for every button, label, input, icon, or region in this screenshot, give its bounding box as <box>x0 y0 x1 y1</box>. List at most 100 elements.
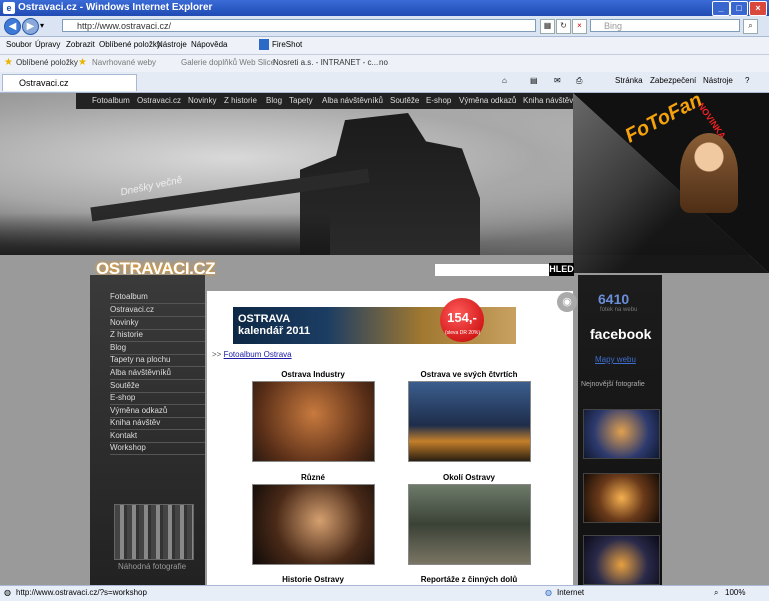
forward-button[interactable]: ▶ <box>22 18 39 35</box>
gallery-thumb-okoli[interactable] <box>408 484 531 565</box>
sidebar-item-eshop[interactable]: E-shop <box>110 391 205 405</box>
random-photo[interactable] <box>114 504 194 560</box>
photo-count-label: fotek na webu <box>600 307 638 313</box>
sidebar-item-kniha[interactable]: Kniha návštěv <box>110 416 205 430</box>
site-map-link[interactable]: Mapy webu <box>595 355 636 364</box>
status-zoom[interactable]: 100% <box>725 588 745 597</box>
gallery-thumb-ruzne[interactable] <box>252 484 375 565</box>
nav-souteze[interactable]: Soutěže <box>390 96 419 105</box>
favorites-button[interactable]: Oblíbené položky <box>16 58 78 67</box>
menu-file[interactable]: Soubor <box>6 40 32 49</box>
search-icon[interactable]: ⌕ <box>743 19 758 34</box>
internet-zone-icon: ◍ <box>545 588 552 597</box>
sidebar-item-alba[interactable]: Alba návštěvníků <box>110 366 205 380</box>
newest-photo[interactable] <box>583 409 660 459</box>
banner-line2: kalendář 2011 <box>238 325 311 337</box>
menu-edit[interactable]: Úpravy <box>35 40 60 49</box>
sidebar-item-fotoalbum[interactable]: Fotoalbum <box>110 290 205 304</box>
favorite-intranet[interactable]: Nosreti a.s. - INTRANET - c... <box>273 58 378 67</box>
menu-bar: Soubor Úpravy Zobrazit Oblíbené položky … <box>0 37 769 55</box>
price-note: (sleva DR 20%) <box>445 330 481 336</box>
nav-z-historie[interactable]: Z historie <box>224 96 257 105</box>
tab-bar: Ostravaci.cz ⌂ ▤ ✉ ⎙ Stránka Zabezpečení… <box>0 72 769 93</box>
gallery-title[interactable]: Ostrava Industry <box>238 370 388 379</box>
newest-photo[interactable] <box>583 535 660 585</box>
breadcrumb-link[interactable]: Fotoalbum Ostrava <box>224 350 292 359</box>
fireshot-icon <box>259 39 269 50</box>
back-button[interactable]: ◀ <box>4 18 21 35</box>
gallery-title[interactable]: Reportáže z činných dolů <box>394 575 544 584</box>
favorite-web-slice[interactable]: Galerie doplňků Web Slice <box>181 58 275 67</box>
nav-ostravaci[interactable]: Ostravaci.cz <box>137 96 181 105</box>
address-input[interactable]: http://www.ostravaci.cz/ <box>62 19 536 32</box>
sidebar-item-ostravaci[interactable]: Ostravaci.cz <box>110 303 205 317</box>
fireshot-button[interactable]: FireShot <box>272 40 302 49</box>
nav-kniha[interactable]: Kniha návštěv <box>523 96 573 105</box>
gallery-thumb-industry[interactable] <box>252 381 375 462</box>
site-search-input[interactable] <box>434 263 550 277</box>
menu-view[interactable]: Zobrazit <box>66 40 95 49</box>
nav-alba[interactable]: Alba návštěvníků <box>322 96 383 105</box>
nav-vymena[interactable]: Výměna odkazů <box>459 96 516 105</box>
newest-photo[interactable] <box>583 473 660 523</box>
mail-icon[interactable]: ✉ <box>554 76 561 85</box>
gallery-thumb-ctvrti[interactable] <box>408 381 531 462</box>
help-icon[interactable]: ? <box>745 76 749 85</box>
ie-icon: e <box>3 2 15 14</box>
photo-count: 6410 <box>598 291 630 307</box>
gallery-title[interactable]: Ostrava ve svých čtvrtích <box>394 370 544 379</box>
history-dropdown-icon[interactable]: ▾ <box>40 21 44 30</box>
nav-novinky[interactable]: Novinky <box>188 96 216 105</box>
random-photo-label: Náhodná fotografie <box>118 562 187 571</box>
favorite-suggested-sites[interactable]: Navrhované weby <box>92 58 156 67</box>
safety-menu[interactable]: Zabezpečení <box>650 76 696 85</box>
rss-icon[interactable]: ◉ <box>557 292 577 312</box>
status-bar: ◍ http://www.ostravaci.cz/?s=workshop ◍ … <box>0 585 769 601</box>
newest-photos-label: Nejnovější fotografie <box>581 381 645 388</box>
hero-shadow <box>0 213 330 255</box>
zoom-icon[interactable]: ⌕ <box>714 588 718 598</box>
nav-tapety[interactable]: Tapety <box>289 96 313 105</box>
facebook-link[interactable]: facebook <box>590 326 651 342</box>
minimize-button[interactable]: _ <box>712 1 730 16</box>
banner-line1: OSTRAVA <box>238 313 291 325</box>
close-button[interactable]: × <box>749 1 767 16</box>
stop-icon[interactable]: × <box>572 19 587 34</box>
nav-blog[interactable]: Blog <box>266 96 282 105</box>
feeds-icon[interactable]: ▤ <box>530 76 538 85</box>
menu-help[interactable]: Nápověda <box>191 40 227 49</box>
sidebar-item-tapety[interactable]: Tapety na plochu <box>110 353 205 367</box>
gallery-title[interactable]: Různé <box>238 473 388 482</box>
add-favorite-icon[interactable]: ★ <box>78 57 87 68</box>
tools-menu[interactable]: Nástroje <box>703 76 733 85</box>
compatibility-icon[interactable]: ▦ <box>540 19 555 34</box>
banner-text: OSTRAVA kalendář 2011 <box>238 313 310 337</box>
price-value: 154,- <box>447 310 477 325</box>
top-nav: Fotoalbum Ostravaci.cz Novinky Z histori… <box>76 93 573 109</box>
menu-favorites[interactable]: Oblíbené položky <box>99 40 161 49</box>
sidebar-item-historie[interactable]: Z historie <box>110 328 205 342</box>
globe-icon: ◍ <box>4 588 11 597</box>
favorite-no[interactable]: no <box>379 58 388 67</box>
nav-fotoalbum[interactable]: Fotoalbum <box>92 96 130 105</box>
search-input[interactable]: Bing <box>590 19 740 32</box>
gallery-title[interactable]: Historie Ostravy <box>238 575 388 584</box>
gallery-title[interactable]: Okolí Ostravy <box>394 473 544 482</box>
print-icon[interactable]: ⎙ <box>576 76 582 86</box>
page-menu[interactable]: Stránka <box>615 76 643 85</box>
sidebar-item-workshop[interactable]: Workshop <box>110 441 205 455</box>
favorites-bar: ★ Oblíbené položky ★ Navrhované weby Gal… <box>0 55 769 73</box>
star-icon: ★ <box>4 57 13 68</box>
home-icon[interactable]: ⌂ <box>502 76 507 85</box>
web-page: Dnešky večně Fotoalbum Ostravaci.cz Novi… <box>0 93 769 585</box>
title-bar: e Ostravaci.cz - Windows Internet Explor… <box>0 0 769 16</box>
refresh-icon[interactable]: ↻ <box>556 19 571 34</box>
menu-tools[interactable]: Nástroje <box>157 40 187 49</box>
status-url: http://www.ostravaci.cz/?s=workshop <box>16 588 147 597</box>
address-toolbar: ◀ ▶ ▾ http://www.ostravaci.cz/ ▦ ↻ × Bin… <box>0 16 769 37</box>
nav-eshop[interactable]: E-shop <box>426 96 451 105</box>
breadcrumb-prefix: >> <box>212 350 222 359</box>
maximize-button[interactable]: □ <box>730 1 748 16</box>
tab-ostravaci[interactable]: Ostravaci.cz <box>2 74 137 91</box>
site-search-button[interactable]: HLED <box>549 263 574 276</box>
